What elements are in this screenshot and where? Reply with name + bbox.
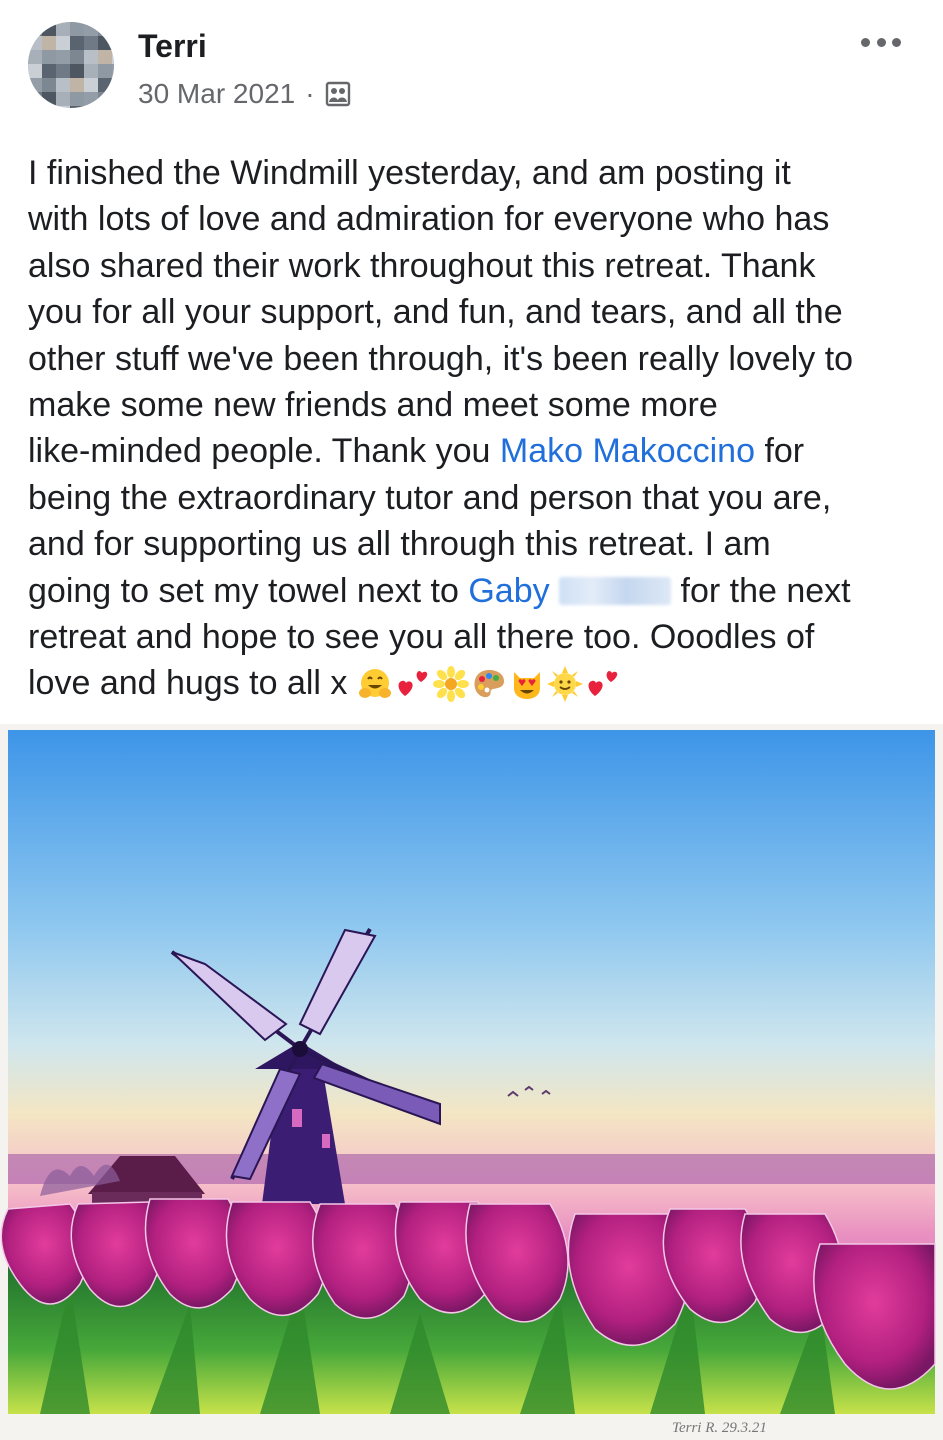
avatar[interactable] — [28, 22, 114, 108]
avatar-pixel — [98, 106, 112, 108]
group-audience-icon[interactable] — [325, 81, 351, 107]
avatar-pixel — [42, 92, 56, 106]
avatar-pixel — [56, 64, 70, 78]
avatar-pixel — [112, 92, 114, 106]
avatar-pixel — [112, 78, 114, 92]
avatar-pixel — [84, 64, 98, 78]
avatar-pixel — [42, 106, 56, 108]
avatar-pixel — [42, 50, 56, 64]
smiling-cat-heart-eyes-icon — [509, 666, 545, 702]
post-photo[interactable]: Terri R. 29.3.21 — [0, 724, 943, 1440]
avatar-pixel — [70, 36, 84, 50]
avatar-pixel — [28, 106, 42, 108]
avatar-pixel — [56, 36, 70, 50]
avatar-pixel — [56, 22, 70, 36]
mention-link-gaby[interactable]: Gaby — [468, 572, 672, 610]
redacted-surname — [559, 576, 672, 605]
post-text-line: you for all your support, and fun, and t… — [28, 293, 843, 332]
avatar-pixel — [112, 22, 114, 36]
post-text-line: I finished the Windmill yesterday, and a… — [28, 154, 791, 192]
post-text-line: also shared their work throughout this r… — [28, 246, 816, 285]
avatar-pixel — [56, 78, 70, 92]
post-text-line: love and hugs to all x — [28, 660, 918, 706]
avatar-pixel — [28, 22, 42, 36]
post-text-line: like-minded people. Thank you Mako Makoc… — [28, 432, 805, 471]
avatar-pixel — [42, 36, 56, 50]
avatar-pixel — [42, 22, 56, 36]
painting-signature: Terri R. 29.3.21 — [672, 1420, 767, 1436]
avatar-pixel — [28, 36, 42, 50]
avatar-pixel — [70, 64, 84, 78]
meta-separator: · — [305, 78, 315, 109]
author-name[interactable]: Terri — [138, 28, 207, 65]
avatar-pixel — [98, 92, 112, 106]
avatar-pixel — [70, 106, 84, 108]
post-body: I finished the Windmill yesterday, and a… — [28, 150, 918, 707]
avatar-pixel — [98, 36, 112, 50]
avatar-pixel — [70, 78, 84, 92]
avatar-pixel — [98, 64, 112, 78]
avatar-pixel — [28, 78, 42, 92]
post-text-line: make some new friends and meet some more — [28, 386, 718, 425]
avatar-pixel — [112, 64, 114, 78]
post-text-line: going to set my towel next to Gaby for t… — [28, 571, 851, 610]
post-header: Terri 30 Mar 2021 · — [0, 0, 943, 130]
post-text-line: retreat and hope to see you all there to… — [28, 618, 815, 657]
hugging-face-icon — [357, 666, 393, 702]
avatar-pixel — [70, 50, 84, 64]
avatar-pixel — [28, 64, 42, 78]
two-hearts-icon — [395, 666, 431, 702]
more-options-icon[interactable] — [861, 32, 901, 52]
avatar-pixel — [112, 36, 114, 50]
avatar-pixel — [98, 50, 112, 64]
blossom-icon — [433, 666, 470, 703]
post-text-line: being the extraordinary tutor and person… — [28, 478, 832, 517]
avatar-pixel — [42, 64, 56, 78]
artist-palette-icon — [471, 666, 507, 702]
mention-link-mako[interactable]: Mako Makoccino — [500, 432, 755, 470]
avatar-pixel — [84, 106, 98, 108]
avatar-pixel — [98, 22, 112, 36]
post-text-line: with lots of love and admiration for eve… — [28, 200, 830, 239]
avatar-pixel — [84, 92, 98, 106]
avatar-pixel — [84, 50, 98, 64]
sun-with-face-icon — [547, 666, 584, 703]
avatar-pixel — [112, 106, 114, 108]
avatar-pixel — [42, 78, 56, 92]
avatar-pixel — [56, 92, 70, 106]
avatar-pixel — [70, 22, 84, 36]
avatar-pixel — [84, 36, 98, 50]
avatar-pixel — [56, 106, 70, 108]
avatar-pixel — [56, 50, 70, 64]
avatar-pixel — [98, 78, 112, 92]
post-meta: 30 Mar 2021 · — [138, 78, 351, 110]
avatar-pixel — [28, 92, 42, 106]
avatar-pixel — [84, 78, 98, 92]
avatar-pixel — [84, 22, 98, 36]
avatar-pixel — [28, 50, 42, 64]
emoji-row — [357, 666, 621, 703]
post-text-line: and for supporting us all through this r… — [28, 525, 771, 564]
post-text-line: other stuff we've been through, it's bee… — [28, 339, 854, 378]
avatar-pixel — [112, 50, 114, 64]
two-hearts-icon — [585, 666, 621, 702]
avatar-pixel — [70, 92, 84, 106]
post-date[interactable]: 30 Mar 2021 — [138, 78, 295, 110]
